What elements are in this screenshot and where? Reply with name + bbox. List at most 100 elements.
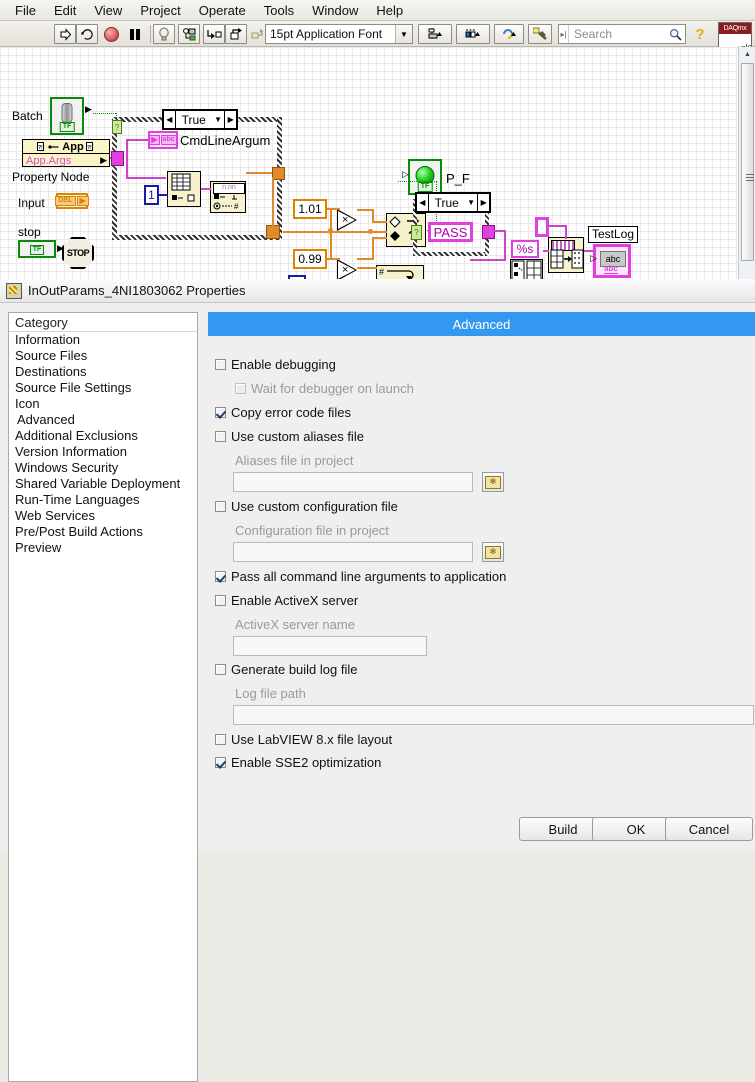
search-input[interactable]: ▸| Search [558,24,686,44]
use-labview-8x-layout-checkbox[interactable] [215,734,226,745]
category-item-information[interactable]: Information [9,332,197,348]
menu-item-window[interactable]: Window [303,1,367,20]
run-arrow-icon[interactable] [54,24,76,44]
array-size-index-node[interactable]: # 999 [376,265,424,279]
log-file-path-input[interactable] [233,705,754,725]
category-item-web-services[interactable]: Web Services [9,508,197,524]
enable-sse2-row[interactable]: Enable SSE2 optimization [215,755,381,770]
menu-item-file[interactable]: File [6,1,45,20]
font-selector[interactable]: 15pt Application Font ▼ [265,24,413,44]
cancel-button[interactable]: Cancel [665,817,753,841]
stop-boolean-terminal[interactable]: TF [18,240,56,258]
use-labview-8x-layout-row[interactable]: Use LabVIEW 8.x file layout [215,732,392,747]
use-custom-aliases-file-row[interactable]: Use custom aliases file [215,429,364,444]
enable-activex-server-checkbox[interactable] [215,595,226,606]
category-item-run-time-languages[interactable]: Run-Time Languages [9,492,197,508]
application-property-node[interactable]: ?! App ?! App.Args ▶ [22,139,110,167]
enable-sse2-checkbox[interactable] [215,757,226,768]
multiply-node-low[interactable]: × [337,259,357,279]
menu-item-help[interactable]: Help [367,1,412,20]
menu-item-view[interactable]: View [85,1,131,20]
pass-command-line-args-row[interactable]: Pass all command line arguments to appli… [215,569,506,584]
case-right-dropdown-arrow-icon[interactable]: ▼ [465,198,478,207]
context-help-icon[interactable]: ? [690,24,710,44]
category-item-pre-post-build-actions[interactable]: Pre/Post Build Actions [9,524,197,540]
block-diagram-canvas[interactable]: Batch TF ▶ ?! App ?! App.Args ▶ Property… [0,47,738,279]
activex-server-name-input[interactable] [233,636,427,656]
property-node-property-row[interactable]: App.Args ▶ [23,154,109,167]
enable-activex-server-row[interactable]: Enable ActiveX server [215,593,358,608]
aliases-file-input[interactable] [233,472,473,492]
category-listbox[interactable]: Category Information Source Files Destin… [8,312,198,1082]
category-item-shared-variable-deployment[interactable]: Shared Variable Deployment [9,476,197,492]
block-diagram-scrollbar[interactable]: ▲ [738,47,755,279]
case-right-prev-arrow-icon[interactable]: ◀ [417,194,429,211]
menu-item-operate[interactable]: Operate [190,1,255,20]
index-array-node[interactable] [167,171,201,207]
test-log-string-indicator[interactable]: abc abc ▷ [590,244,631,278]
use-custom-aliases-file-checkbox[interactable] [215,431,226,442]
category-item-destinations[interactable]: Destinations [9,364,197,380]
use-custom-configuration-file-row[interactable]: Use custom configuration file [215,499,398,514]
menu-item-edit[interactable]: Edit [45,1,85,20]
menu-item-project[interactable]: Project [131,1,189,20]
scan-from-string-node[interactable]: n.nn # [210,181,246,213]
index-constant-one[interactable]: 1 [144,185,159,205]
category-item-version-information[interactable]: Version Information [9,444,197,460]
scrollbar-thumb[interactable] [741,63,754,261]
category-item-windows-security[interactable]: Windows Security [9,460,197,476]
configuration-file-input[interactable] [233,542,473,562]
case-selector-left[interactable]: ◀ True ▼ ▶ [162,109,238,130]
distribute-objects-icon[interactable] [456,24,490,44]
pass-string-constant[interactable]: PASS [428,222,473,242]
case-next-arrow-icon[interactable]: ▶ [224,111,236,128]
category-item-advanced[interactable]: Advanced [15,412,75,427]
build-array-node[interactable] [510,259,543,279]
format-into-string-node[interactable] [548,237,584,273]
abort-execution-icon[interactable] [100,24,122,44]
category-item-icon[interactable]: Icon [9,396,197,412]
step-over-icon[interactable] [225,24,247,44]
format-top-pink-constant[interactable] [535,217,549,237]
multiply-node-high[interactable]: × [337,209,357,231]
pause-icon[interactable] [124,24,146,44]
align-objects-icon[interactable] [418,24,452,44]
aliases-browse-button[interactable]: ✻ [482,472,504,492]
search-icon[interactable] [665,28,685,41]
category-item-additional-exclusions[interactable]: Additional Exclusions [9,428,197,444]
scroll-up-arrow-icon[interactable]: ▲ [741,48,754,61]
format-string-constant[interactable]: %s [511,240,539,258]
retain-wire-values-icon[interactable] [178,24,200,44]
category-item-source-file-settings[interactable]: Source File Settings [9,380,197,396]
constant-1-01[interactable]: 1.01 [293,199,327,219]
highlight-execution-bulb-icon[interactable] [153,24,175,44]
menu-item-tools[interactable]: Tools [255,1,303,20]
batch-boolean-control[interactable]: TF [50,97,84,135]
category-item-preview[interactable]: Preview [9,540,197,556]
stop-button-node[interactable]: STOP [62,237,94,269]
enable-debugging-row[interactable]: Enable debugging [215,357,336,372]
enable-debugging-checkbox[interactable] [215,359,226,370]
reorder-objects-icon[interactable] [494,24,524,44]
case-dropdown-arrow-icon[interactable]: ▼ [212,115,225,124]
case-selector-right[interactable]: ◀ True ▼ ▶ [415,192,491,213]
cmdline-arg-string-terminal[interactable]: ▶ abc [148,131,178,149]
case-prev-arrow-icon[interactable]: ◀ [164,111,176,128]
step-into-icon[interactable] [203,24,225,44]
generate-build-log-checkbox[interactable] [215,664,226,675]
copy-error-code-files-checkbox[interactable] [215,407,226,418]
search-scope-icon[interactable]: ▸| [559,25,569,43]
format-in-wire [543,250,549,252]
generate-build-log-row[interactable]: Generate build log file [215,662,357,677]
clean-up-diagram-icon[interactable] [528,24,552,44]
copy-error-code-files-row[interactable]: Copy error code files [215,405,351,420]
case-right-next-arrow-icon[interactable]: ▶ [477,194,489,211]
constant-0-99[interactable]: 0.99 [293,249,327,269]
category-item-source-files[interactable]: Source Files [9,348,197,364]
run-continuously-icon[interactable] [76,24,98,44]
pass-command-line-args-checkbox[interactable] [215,571,226,582]
use-custom-configuration-file-checkbox[interactable] [215,501,226,512]
input-dbl-terminal[interactable]: DBL ▶ [55,193,89,209]
configuration-browse-button[interactable]: ✻ [482,542,504,562]
chevron-down-icon[interactable]: ▼ [395,25,412,43]
